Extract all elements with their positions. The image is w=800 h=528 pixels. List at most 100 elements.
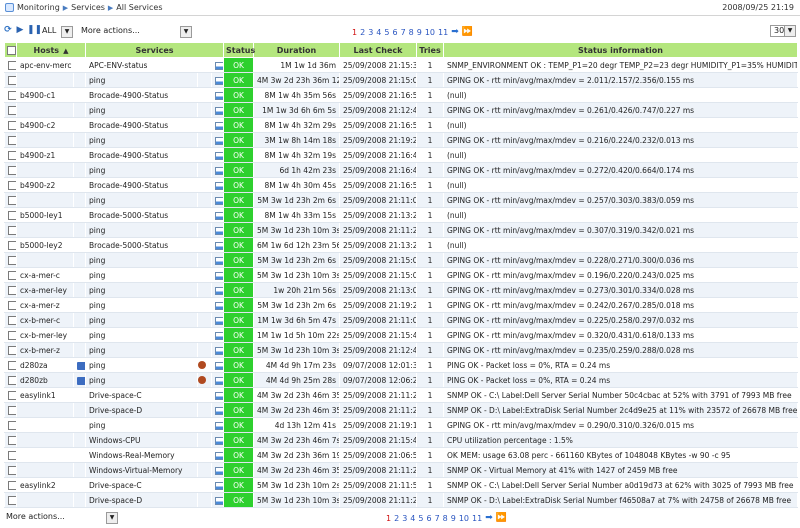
hosts-header[interactable]: Hosts ▲: [16, 42, 86, 58]
graph-cell[interactable]: [211, 162, 224, 178]
host-name[interactable]: easylink2: [16, 477, 74, 493]
graph-icon[interactable]: [215, 226, 223, 235]
table-row[interactable]: ping OK 6d 1h 42m 23s 25/09/2008 21:16:40 1 G…: [4, 162, 798, 178]
graph-cell[interactable]: [211, 57, 224, 73]
row-checkbox-cell[interactable]: [4, 342, 17, 358]
graph-icon[interactable]: [215, 331, 223, 340]
graph-icon[interactable]: [215, 136, 223, 145]
row-checkbox[interactable]: [8, 450, 16, 460]
table-row[interactable]: cx-a-mer-z ping OK 5M 3w 1d 23h 2m 6s 25/09/…: [4, 297, 798, 313]
service-name[interactable]: ping: [85, 102, 198, 118]
service-name[interactable]: ping: [85, 357, 198, 373]
row-checkbox-cell[interactable]: [4, 462, 17, 478]
table-row[interactable]: cx-b-mer-c ping OK 1M 1w 3d 6h 5m 47s 25/09/…: [4, 312, 798, 328]
host-name[interactable]: [16, 132, 74, 148]
row-checkbox[interactable]: [8, 225, 16, 235]
row-checkbox[interactable]: [8, 90, 16, 100]
graph-icon[interactable]: [215, 106, 223, 115]
graph-icon[interactable]: [215, 376, 223, 385]
row-checkbox-cell[interactable]: [4, 312, 17, 328]
graph-icon[interactable]: [215, 271, 223, 280]
host-flag-icon[interactable]: [77, 376, 85, 385]
host-name[interactable]: [16, 222, 74, 238]
row-checkbox[interactable]: [8, 120, 16, 130]
graph-icon[interactable]: [215, 91, 223, 100]
host-name[interactable]: [16, 72, 74, 88]
page-link-8[interactable]: 8: [443, 514, 448, 523]
page-link-4[interactable]: 4: [410, 514, 415, 523]
service-name[interactable]: ping: [85, 222, 198, 238]
page-link-9[interactable]: 9: [417, 28, 422, 37]
host-name[interactable]: [16, 432, 74, 448]
row-checkbox[interactable]: [8, 495, 16, 505]
row-checkbox-cell[interactable]: [4, 57, 17, 73]
more-actions-select[interactable]: More actions...: [78, 26, 192, 38]
page-link-6[interactable]: 6: [392, 28, 397, 37]
table-row[interactable]: ping OK 3M 1w 8h 14m 18s 25/09/2008 21:19:2…: [4, 132, 798, 148]
graph-icon[interactable]: [215, 436, 223, 445]
status-info-header[interactable]: Status information: [443, 42, 798, 58]
row-checkbox-cell[interactable]: [4, 72, 17, 88]
page-link-8[interactable]: 8: [409, 28, 414, 37]
host-name[interactable]: b5000-ley2: [16, 237, 74, 253]
row-checkbox[interactable]: [8, 315, 16, 325]
host-name[interactable]: [16, 102, 74, 118]
service-name[interactable]: Drive-space-C: [85, 387, 198, 403]
host-name[interactable]: b5000-ley1: [16, 207, 74, 223]
row-checkbox-cell[interactable]: [4, 87, 17, 103]
host-name[interactable]: b4900-z1: [16, 147, 74, 163]
row-checkbox[interactable]: [8, 195, 16, 205]
graph-cell[interactable]: [211, 72, 224, 88]
service-name[interactable]: Drive-space-C: [85, 477, 198, 493]
host-name[interactable]: d280za: [16, 357, 74, 373]
table-row[interactable]: b4900-c2 Brocade-4900-Status OK 8M 1w 4h 32…: [4, 117, 798, 133]
host-name[interactable]: b4900-c2: [16, 117, 74, 133]
table-row[interactable]: easylink2 Drive-space-C OK 5M 3w 1d 23h 10m…: [4, 477, 798, 493]
next-page-icon[interactable]: ➡: [485, 513, 493, 523]
graph-cell[interactable]: [211, 447, 224, 463]
graph-icon[interactable]: [215, 76, 223, 85]
graph-icon[interactable]: [215, 166, 223, 175]
bug-icon[interactable]: [198, 376, 206, 384]
graph-icon[interactable]: [215, 181, 223, 190]
graph-cell[interactable]: [211, 492, 224, 508]
page-link-5[interactable]: 5: [418, 514, 423, 523]
row-checkbox[interactable]: [8, 405, 16, 415]
graph-cell[interactable]: [211, 342, 224, 358]
graph-cell[interactable]: [211, 102, 224, 118]
graph-cell[interactable]: [211, 357, 224, 373]
host-name[interactable]: cx-b-mer-c: [16, 312, 74, 328]
row-checkbox-cell[interactable]: [4, 357, 17, 373]
page-link-3[interactable]: 3: [368, 28, 373, 37]
breadcrumb-services[interactable]: Services: [71, 3, 105, 12]
graph-icon[interactable]: [215, 451, 223, 460]
graph-cell[interactable]: [211, 237, 224, 253]
host-name[interactable]: [16, 417, 74, 433]
service-name[interactable]: Windows-Virtual-Memory: [85, 462, 198, 478]
row-checkbox-cell[interactable]: [4, 477, 17, 493]
service-name[interactable]: Drive-space-D: [85, 402, 198, 418]
graph-cell[interactable]: [211, 372, 224, 388]
row-checkbox[interactable]: [8, 285, 16, 295]
row-checkbox[interactable]: [8, 330, 16, 340]
row-checkbox[interactable]: [8, 255, 16, 265]
service-name[interactable]: ping: [85, 282, 198, 298]
row-checkbox-cell[interactable]: [4, 252, 17, 268]
page-link-7[interactable]: 7: [401, 28, 406, 37]
graph-icon[interactable]: [215, 361, 223, 370]
graph-cell[interactable]: [211, 297, 224, 313]
table-row[interactable]: Drive-space-D OK 4M 3w 2d 23h 46m 35s 25/09…: [4, 402, 798, 418]
row-checkbox[interactable]: [8, 75, 16, 85]
graph-cell[interactable]: [211, 87, 224, 103]
page-link-2[interactable]: 2: [360, 28, 365, 37]
service-name[interactable]: ping: [85, 327, 198, 343]
row-checkbox[interactable]: [8, 435, 16, 445]
row-checkbox[interactable]: [8, 270, 16, 280]
bug-icon[interactable]: [198, 361, 206, 369]
pause-icon[interactable]: ❚❚: [27, 25, 42, 35]
duration-header[interactable]: Duration: [253, 42, 340, 58]
table-row[interactable]: Windows-Real-Memory OK 4M 3w 2d 23h 36m 19…: [4, 447, 798, 463]
service-name[interactable]: ping: [85, 372, 198, 388]
table-row[interactable]: b5000-ley1 Brocade-5000-Status OK 8M 1w 4h …: [4, 207, 798, 223]
host-name[interactable]: cx-b-mer-z: [16, 342, 74, 358]
